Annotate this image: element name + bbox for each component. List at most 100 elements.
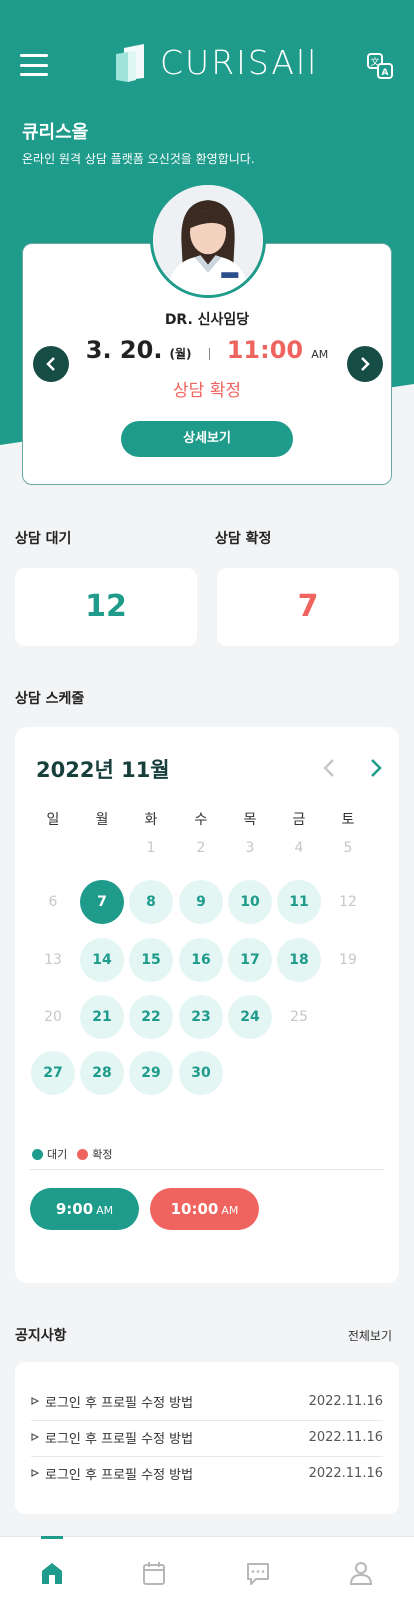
calendar-day[interactable]: 21 — [80, 995, 124, 1039]
notice-item[interactable]: 로그인 후 프로필 수정 방법 2022.11.16 — [31, 1455, 383, 1491]
logo-mark-icon — [116, 44, 144, 82]
legend-label: 대기 — [47, 1148, 68, 1161]
detail-button[interactable]: 상세보기 — [121, 421, 293, 457]
notice-title: 로그인 후 프로필 수정 방법 — [31, 1464, 193, 1483]
calendar-day: 12 — [339, 894, 357, 910]
prev-appointment-button[interactable] — [33, 346, 69, 382]
logo-text: CURISAll — [160, 42, 319, 82]
triangle-right-icon — [31, 1469, 39, 1477]
bottom-tab-bar — [0, 1536, 414, 1610]
triangle-right-icon — [31, 1397, 39, 1405]
notice-title: 로그인 후 프로필 수정 방법 — [31, 1392, 193, 1411]
calendar-day: 20 — [44, 1009, 62, 1025]
notice-date: 2022.11.16 — [308, 1429, 383, 1445]
doctor-name: DR. 신사임당 — [164, 312, 250, 328]
calendar-day: 6 — [48, 894, 58, 910]
next-appointment-button[interactable] — [347, 346, 383, 382]
appointment-date: 3. 20. — [85, 336, 163, 364]
calendar-icon[interactable] — [140, 1559, 168, 1587]
legend-label: 확정 — [92, 1148, 113, 1161]
appointment-weekday: (월) — [169, 347, 192, 361]
calendar-day[interactable]: 7 — [80, 880, 124, 924]
notice-item[interactable]: 로그인 후 프로필 수정 방법 2022.11.16 — [31, 1419, 383, 1455]
calendar-day[interactable]: 22 — [129, 995, 173, 1039]
calendar-day: 2 — [196, 840, 206, 856]
appointment-ampm: AM — [311, 348, 329, 361]
profile-icon[interactable] — [347, 1559, 375, 1587]
calendar-legend: 대기 확정 — [32, 1146, 123, 1162]
calendar-day[interactable]: 10 — [228, 880, 272, 924]
welcome-brand: 큐리스올 — [22, 122, 89, 143]
chevron-left-icon — [46, 357, 55, 371]
calendar-day[interactable]: 17 — [228, 938, 272, 982]
svg-text:文: 文 — [370, 56, 379, 68]
time-slot-ampm: AM — [221, 1204, 239, 1217]
calendar-day: 25 — [290, 1009, 308, 1025]
legend-dot — [32, 1148, 43, 1160]
doctor-portrait-icon — [153, 185, 263, 295]
calendar-day[interactable]: 9 — [179, 880, 223, 924]
calendar-day[interactable]: 23 — [179, 995, 223, 1039]
legend-item-confirmed: 확정 — [77, 1146, 113, 1162]
calendar-month: 2022년 11월 — [36, 758, 170, 782]
triangle-right-icon — [31, 1433, 39, 1441]
notice-item[interactable]: 로그인 후 프로필 수정 방법 2022.11.16 — [31, 1383, 383, 1419]
notice-card: 로그인 후 프로필 수정 방법 2022.11.16 로그인 후 프로필 수정 … — [15, 1362, 399, 1514]
calendar-day[interactable]: 28 — [80, 1051, 124, 1095]
legend-dot — [77, 1148, 89, 1160]
calendar-day[interactable]: 15 — [129, 938, 173, 982]
active-tab-indicator — [41, 1536, 63, 1539]
schedule-title: 상담 스케줄 — [15, 691, 85, 707]
notices-title: 공지사항 — [15, 1328, 67, 1344]
calendar-day: 4 — [294, 840, 304, 856]
appointment-time: 11:00 — [226, 336, 304, 364]
chevron-right-icon — [361, 357, 370, 371]
translate-icon[interactable]: 文 A — [366, 52, 394, 80]
calendar-next-icon[interactable] — [365, 757, 385, 779]
top-bar: CURISAll 文 A — [0, 0, 414, 120]
calendar-day[interactable]: 24 — [228, 995, 272, 1039]
calendar-day: 5 — [343, 840, 353, 856]
svg-text:A: A — [382, 68, 389, 78]
app-logo: CURISAll — [116, 42, 318, 82]
chat-icon[interactable] — [244, 1559, 272, 1587]
notice-title: 로그인 후 프로필 수정 방법 — [31, 1428, 193, 1447]
view-all-link[interactable]: 전체보기 — [348, 1327, 392, 1344]
calendar-day: 3 — [245, 840, 255, 856]
calendar-day[interactable]: 16 — [179, 938, 223, 982]
calendar-day[interactable]: 29 — [129, 1051, 173, 1095]
time-slot-ampm: AM — [96, 1204, 114, 1217]
appointment-status: 상담 확정 — [173, 381, 241, 401]
notice-title-text: 로그인 후 프로필 수정 방법 — [45, 1431, 194, 1447]
calendar-card: 2022년 11월 일 월 화 수 목 금 토 1 2 3 4 5 6 7 8 9 10 11 12 13 14 15 16… — [15, 727, 399, 1283]
calendar-day[interactable]: 8 — [129, 880, 173, 924]
notice-date: 2022.11.16 — [308, 1465, 383, 1481]
legend-item-waiting: 대기 — [32, 1146, 67, 1162]
calendar-day[interactable]: 30 — [179, 1051, 223, 1095]
notice-title-text: 로그인 후 프로필 수정 방법 — [45, 1467, 194, 1483]
divider — [30, 1169, 384, 1170]
time-slot-chip[interactable]: 10:00 AM — [150, 1188, 259, 1230]
calendar-prev-icon[interactable] — [320, 757, 340, 779]
weekday-header: 월 — [95, 812, 109, 828]
notice-date: 2022.11.16 — [308, 1393, 383, 1409]
calendar-day[interactable]: 27 — [31, 1051, 75, 1095]
doctor-avatar — [150, 182, 266, 298]
time-slot-time: 9:00 — [55, 1200, 94, 1218]
waiting-label: 상담 대기 — [15, 531, 72, 547]
calendar-day[interactable]: 11 — [277, 880, 321, 924]
welcome-section: 큐리스올 온라인 원격 상담 플랫폼 오신것을 환영합니다. — [22, 118, 255, 167]
home-icon[interactable] — [38, 1559, 66, 1587]
calendar-day: 1 — [146, 840, 156, 856]
calendar-day[interactable]: 14 — [80, 938, 124, 982]
calendar-day[interactable]: 18 — [277, 938, 321, 982]
waiting-count[interactable]: 12 — [15, 568, 197, 646]
weekday-header: 일 — [46, 812, 60, 828]
welcome-subtitle: 온라인 원격 상담 플랫폼 오신것을 환영합니다. — [22, 152, 255, 166]
confirmed-count[interactable]: 7 — [217, 568, 399, 646]
time-slot-time: 10:00 — [170, 1200, 219, 1218]
hamburger-menu-icon[interactable] — [20, 54, 48, 76]
time-slot-chip[interactable]: 9:00 AM — [30, 1188, 139, 1230]
calendar-day: 19 — [339, 952, 357, 968]
confirmed-label: 상담 확정 — [215, 531, 272, 547]
